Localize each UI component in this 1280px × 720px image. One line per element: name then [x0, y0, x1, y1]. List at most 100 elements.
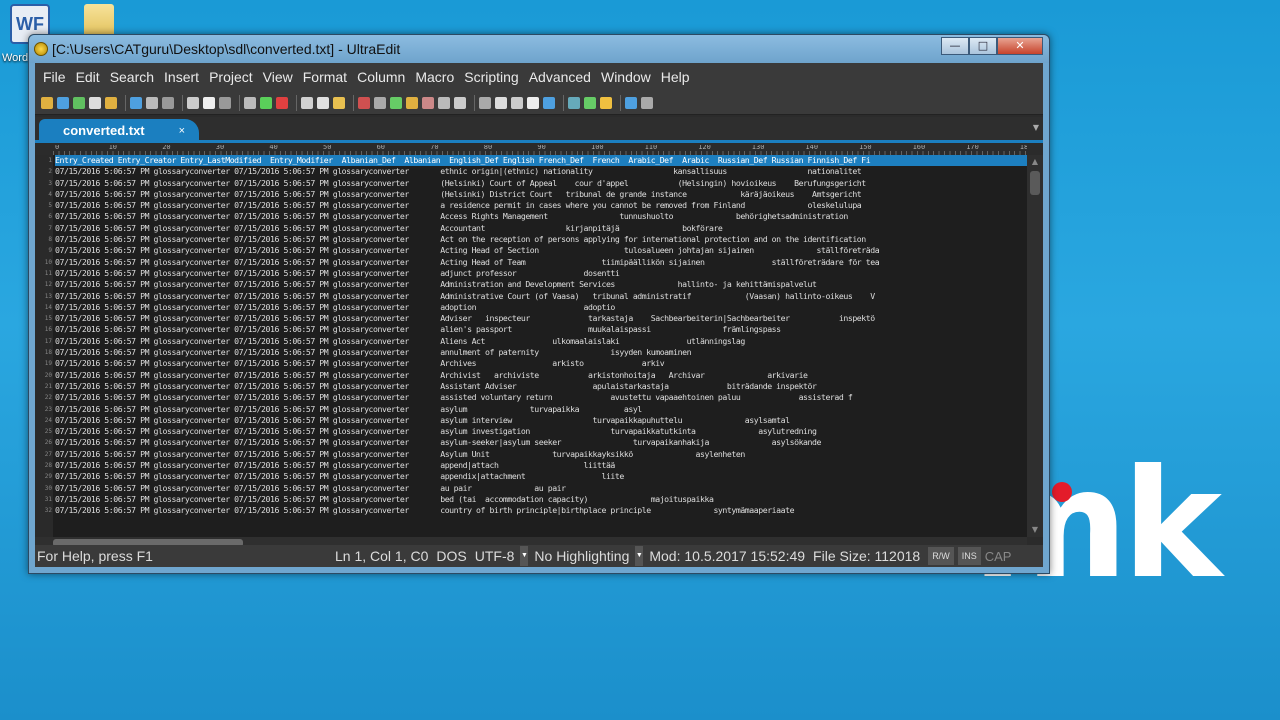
- editor-line[interactable]: 23 07/15/2016 5:06:57 PM glossaryconverte…: [35, 404, 1027, 415]
- toolbar-button-icon[interactable]: [527, 96, 539, 109]
- toolbar-button-icon[interactable]: [438, 96, 450, 109]
- toolbar-button-icon[interactable]: [105, 96, 117, 109]
- toolbar-button-icon[interactable]: [187, 96, 199, 109]
- close-button[interactable]: ✕: [997, 37, 1043, 55]
- editor-line[interactable]: 10 07/15/2016 5:06:57 PM glossaryconverte…: [35, 257, 1027, 268]
- editor-line[interactable]: 32 07/15/2016 5:06:57 PM glossaryconverte…: [35, 505, 1027, 516]
- editor-line[interactable]: 8 07/15/2016 5:06:57 PM glossaryconverter…: [35, 234, 1027, 245]
- toolbar-button-icon[interactable]: [57, 96, 69, 109]
- toolbar-button-icon[interactable]: [543, 96, 555, 109]
- editor-line[interactable]: 9 07/15/2016 5:06:57 PM glossaryconverter…: [35, 245, 1027, 256]
- title-bar[interactable]: [C:\Users\CATguru\Desktop\sdl\converted.…: [29, 35, 1049, 63]
- tab-converted-txt[interactable]: converted.txt ×: [39, 119, 199, 143]
- scroll-up-icon[interactable]: ▲: [1030, 157, 1040, 167]
- editor-line[interactable]: 7 07/15/2016 5:06:57 PM glossaryconverter…: [35, 223, 1027, 234]
- editor-line[interactable]: 22 07/15/2016 5:06:57 PM glossaryconverte…: [35, 392, 1027, 403]
- editor-line[interactable]: 18 07/15/2016 5:06:57 PM glossaryconverte…: [35, 347, 1027, 358]
- editor-line[interactable]: 3 07/15/2016 5:06:57 PM glossaryconverter…: [35, 178, 1027, 189]
- toolbar-button-icon[interactable]: [600, 96, 612, 109]
- menu-macro[interactable]: Macro: [411, 69, 460, 85]
- toolbar-button-icon[interactable]: [422, 96, 434, 109]
- menu-file[interactable]: File: [39, 69, 72, 85]
- editor-line[interactable]: 25 07/15/2016 5:06:57 PM glossaryconverte…: [35, 426, 1027, 437]
- editor-line[interactable]: 12 07/15/2016 5:06:57 PM glossaryconverte…: [35, 279, 1027, 290]
- toolbar-button-icon[interactable]: [406, 96, 418, 109]
- menu-insert[interactable]: Insert: [160, 69, 205, 85]
- editor-line[interactable]: 11 07/15/2016 5:06:57 PM glossaryconverte…: [35, 268, 1027, 279]
- ultraedit-app-icon[interactable]: [34, 42, 48, 56]
- toolbar-button-icon[interactable]: [454, 96, 466, 109]
- editor-pane[interactable]: 1 Entry_Created Entry_Creator Entry_LastM…: [35, 155, 1027, 537]
- editor-line[interactable]: 15 07/15/2016 5:06:57 PM glossaryconverte…: [35, 313, 1027, 324]
- editor-line[interactable]: 31 07/15/2016 5:06:57 PM glossaryconverte…: [35, 494, 1027, 505]
- editor-line[interactable]: 13 07/15/2016 5:06:57 PM glossaryconverte…: [35, 291, 1027, 302]
- toolbar-button-icon[interactable]: [333, 96, 345, 109]
- toolbar-button-icon[interactable]: [146, 96, 158, 109]
- toolbar-button-icon[interactable]: [317, 96, 329, 109]
- editor-line[interactable]: 26 07/15/2016 5:06:57 PM glossaryconverte…: [35, 437, 1027, 448]
- editor-line[interactable]: 14 07/15/2016 5:06:57 PM glossaryconverte…: [35, 302, 1027, 313]
- editor-line[interactable]: 28 07/15/2016 5:06:57 PM glossaryconverte…: [35, 460, 1027, 471]
- toolbar-button-icon[interactable]: [374, 96, 386, 109]
- status-ins-badge[interactable]: INS: [957, 547, 981, 565]
- editor-line[interactable]: 21 07/15/2016 5:06:57 PM glossaryconverte…: [35, 381, 1027, 392]
- menu-search[interactable]: Search: [106, 69, 160, 85]
- status-position[interactable]: Ln 1, Col 1, C0: [331, 548, 432, 564]
- menu-window[interactable]: Window: [597, 69, 657, 85]
- toolbar-button-icon[interactable]: [130, 96, 142, 109]
- toolbar-button-icon[interactable]: [641, 96, 653, 109]
- toolbar-button-icon[interactable]: [244, 96, 256, 109]
- editor-line[interactable]: 17 07/15/2016 5:06:57 PM glossaryconverte…: [35, 336, 1027, 347]
- tab-list-chevron-icon[interactable]: ▼: [1033, 123, 1039, 132]
- menu-project[interactable]: Project: [205, 69, 259, 85]
- editor-line[interactable]: 4 07/15/2016 5:06:57 PM glossaryconverter…: [35, 189, 1027, 200]
- menu-view[interactable]: View: [259, 69, 299, 85]
- toolbar-button-icon[interactable]: [358, 96, 370, 109]
- highlighting-dropdown-icon[interactable]: ▼: [635, 546, 644, 566]
- toolbar-button-icon[interactable]: [568, 96, 580, 109]
- status-highlighting[interactable]: No Highlighting: [530, 548, 633, 564]
- toolbar-button-icon[interactable]: [219, 96, 231, 109]
- menu-advanced[interactable]: Advanced: [525, 69, 597, 85]
- menu-edit[interactable]: Edit: [72, 69, 106, 85]
- status-rw-badge[interactable]: R/W: [928, 547, 954, 565]
- vertical-scroll-thumb[interactable]: [1030, 171, 1040, 195]
- editor-line[interactable]: 20 07/15/2016 5:06:57 PM glossaryconverte…: [35, 370, 1027, 381]
- toolbar-button-icon[interactable]: [162, 96, 174, 109]
- toolbar-button-icon[interactable]: [89, 96, 101, 109]
- status-line-ending[interactable]: DOS: [432, 548, 470, 564]
- maximize-button[interactable]: □: [969, 37, 997, 55]
- toolbar-button-icon[interactable]: [625, 96, 637, 109]
- toolbar-button-icon[interactable]: [495, 96, 507, 109]
- toolbar-button-icon[interactable]: [73, 96, 85, 109]
- scroll-down-icon[interactable]: ▼: [1030, 525, 1040, 535]
- encoding-dropdown-icon[interactable]: ▼: [520, 546, 529, 566]
- editor-line[interactable]: 5 07/15/2016 5:06:57 PM glossaryconverter…: [35, 200, 1027, 211]
- toolbar-button-icon[interactable]: [41, 96, 53, 109]
- toolbar-button-icon[interactable]: [511, 96, 523, 109]
- editor-line[interactable]: 16 07/15/2016 5:06:57 PM glossaryconverte…: [35, 324, 1027, 335]
- menu-column[interactable]: Column: [353, 69, 411, 85]
- toolbar-button-icon[interactable]: [260, 96, 272, 109]
- editor-line[interactable]: 30 07/15/2016 5:06:57 PM glossaryconverte…: [35, 483, 1027, 494]
- editor-line[interactable]: 19 07/15/2016 5:06:57 PM glossaryconverte…: [35, 358, 1027, 369]
- editor-line[interactable]: 27 07/15/2016 5:06:57 PM glossaryconverte…: [35, 449, 1027, 460]
- folder-icon[interactable]: [84, 4, 114, 38]
- editor-line[interactable]: 29 07/15/2016 5:06:57 PM glossaryconverte…: [35, 471, 1027, 482]
- toolbar-button-icon[interactable]: [276, 96, 288, 109]
- tab-close-icon[interactable]: ×: [179, 119, 185, 143]
- status-encoding[interactable]: UTF-8: [471, 548, 519, 564]
- editor-line[interactable]: 6 07/15/2016 5:06:57 PM glossaryconverter…: [35, 211, 1027, 222]
- toolbar-button-icon[interactable]: [203, 96, 215, 109]
- menu-format[interactable]: Format: [299, 69, 353, 85]
- toolbar-button-icon[interactable]: [584, 96, 596, 109]
- toolbar-button-icon[interactable]: [479, 96, 491, 109]
- minimize-button[interactable]: —: [941, 37, 969, 55]
- toolbar-button-icon[interactable]: [301, 96, 313, 109]
- editor-line[interactable]: 2 07/15/2016 5:06:57 PM glossaryconverter…: [35, 166, 1027, 177]
- vertical-scrollbar[interactable]: ▲ ▼: [1027, 155, 1043, 537]
- menu-scripting[interactable]: Scripting: [460, 69, 524, 85]
- toolbar-button-icon[interactable]: [390, 96, 402, 109]
- editor-line[interactable]: 24 07/15/2016 5:06:57 PM glossaryconverte…: [35, 415, 1027, 426]
- editor-line[interactable]: 1 Entry_Created Entry_Creator Entry_LastM…: [35, 155, 1027, 167]
